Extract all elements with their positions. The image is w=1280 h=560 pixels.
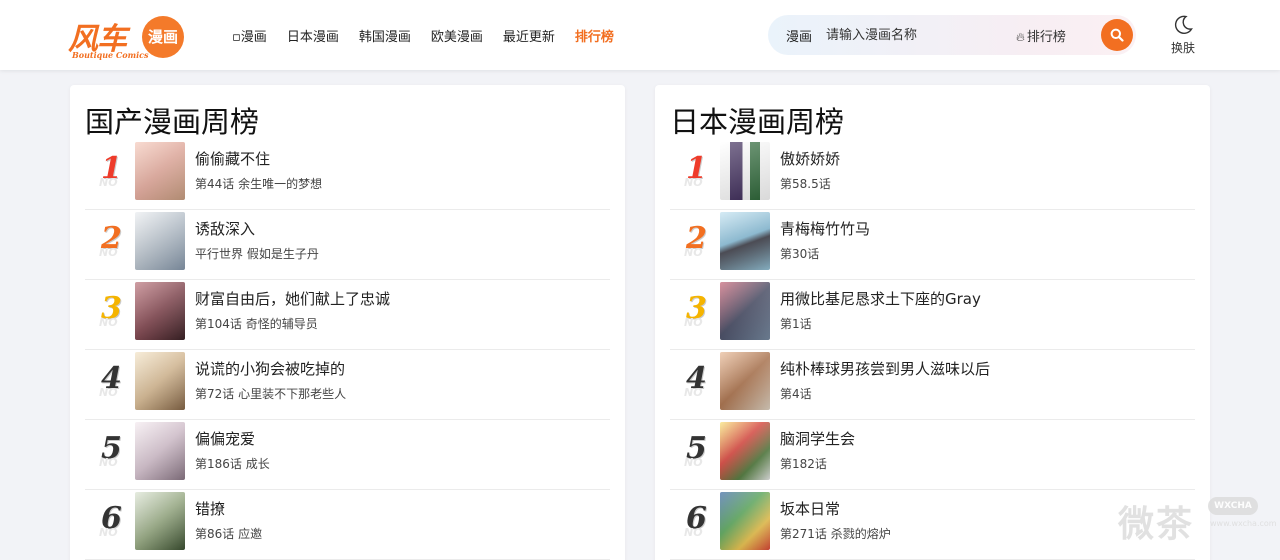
search-icon — [1110, 28, 1124, 42]
main-nav: ▫漫画 日本漫画 韩国漫画 欧美漫画 最近更新 排行榜 — [232, 0, 634, 70]
comic-title[interactable]: 偷偷藏不住 — [195, 148, 270, 169]
logo-subtitle: Boutique Comics — [72, 50, 149, 60]
rank-no-mark: NO — [684, 316, 703, 329]
comic-title[interactable]: 说谎的小狗会被吃掉的 — [195, 358, 345, 379]
rank-no-mark: NO — [99, 386, 118, 399]
latest-chapter: 第58.5话 — [780, 177, 831, 191]
latest-chapter: 第182话 — [780, 457, 827, 471]
panel-title: 日本漫画周榜 — [670, 105, 845, 139]
top-header: 风车 漫画 Boutique Comics ▫漫画 日本漫画 韩国漫画 欧美漫画… — [0, 0, 1280, 70]
latest-chapter: 第72话 心里装不下那老些人 — [195, 387, 347, 401]
rank-no-mark: NO — [684, 526, 703, 539]
comic-title[interactable]: 错撩 — [195, 498, 225, 519]
rank-no-mark: NO — [99, 526, 118, 539]
search-button[interactable] — [1101, 19, 1133, 51]
comic-cover[interactable] — [135, 352, 185, 410]
comic-title[interactable]: 坂本日常 — [780, 498, 840, 519]
rank-no-mark: NO — [684, 176, 703, 189]
watermark: 微茶 WXCHA www.wxcha.com — [1118, 495, 1277, 545]
comic-cover[interactable] — [720, 422, 770, 480]
comic-cover[interactable] — [720, 142, 770, 200]
rank-no-mark: NO — [684, 386, 703, 399]
ranking-panel-japanese: 日本漫画周榜 1 NO 傲娇娇娇 第58.5话 2 NO 青梅梅竹竹马 第30话… — [655, 85, 1210, 560]
theme-label: 换肤 — [1170, 41, 1195, 55]
comic-cover[interactable] — [720, 352, 770, 410]
ranking-panel-domestic: 国产漫画周榜 1 NO 偷偷藏不住 第44话 余生唯一的梦想 2 NO 诱敌深入… — [70, 85, 625, 560]
ranking-row[interactable]: 6 NO 坂本日常 第271话 杀戮的熔炉 — [670, 490, 1195, 560]
flame-icon: 🔥︎ — [1016, 30, 1025, 44]
search-category-select[interactable]: 漫画 — [786, 26, 812, 45]
watermark-badge: WXCHA — [1208, 497, 1258, 515]
rank-no-mark: NO — [99, 176, 118, 189]
ranking-row[interactable]: 4 NO 纯朴棒球男孩尝到男人滋味以后 第4话 — [670, 350, 1195, 420]
ranking-row[interactable]: 2 NO 诱敌深入 平行世界 假如是生子丹 — [85, 210, 610, 280]
watermark-url: www.wxcha.com — [1210, 519, 1277, 528]
comic-title[interactable]: 偏偏宠爱 — [195, 428, 255, 449]
rank-no-mark: NO — [99, 316, 118, 329]
latest-chapter: 第1话 — [780, 317, 812, 331]
moon-icon — [1174, 15, 1193, 34]
latest-chapter: 第86话 应邀 — [195, 527, 263, 541]
search-rank-label: 排行榜 — [1026, 30, 1066, 45]
comic-cover[interactable] — [135, 492, 185, 550]
ranking-row[interactable]: 5 NO 偏偏宠爱 第186话 成长 — [85, 420, 610, 490]
comic-title[interactable]: 青梅梅竹竹马 — [780, 218, 870, 239]
nav-item-domestic[interactable]: ▫漫画 — [232, 26, 267, 45]
ranking-list: 1 NO 偷偷藏不住 第44话 余生唯一的梦想 2 NO 诱敌深入 平行世界 假… — [85, 140, 610, 560]
comic-cover[interactable] — [135, 212, 185, 270]
comic-cover[interactable] — [720, 492, 770, 550]
comic-title[interactable]: 财富自由后，她们献上了忠诚 — [195, 288, 390, 309]
ranking-row[interactable]: 6 NO 错撩 第86话 应邀 — [85, 490, 610, 560]
ranking-row[interactable]: 3 NO 财富自由后，她们献上了忠诚 第104话 奇怪的辅导员 — [85, 280, 610, 350]
latest-chapter: 第44话 余生唯一的梦想 — [195, 177, 323, 191]
search-input[interactable] — [826, 23, 1016, 47]
comic-title[interactable]: 用微比基尼恳求土下座的Gray — [780, 288, 981, 309]
nav-item-western[interactable]: 欧美漫画 — [431, 26, 483, 45]
comic-cover[interactable] — [135, 142, 185, 200]
latest-chapter: 第271话 杀戮的熔炉 — [780, 527, 891, 541]
comic-title[interactable]: 诱敌深入 — [195, 218, 255, 239]
comic-title[interactable]: 纯朴棒球男孩尝到男人滋味以后 — [780, 358, 990, 379]
ranking-row[interactable]: 5 NO 脑洞学生会 第182话 — [670, 420, 1195, 490]
comic-title[interactable]: 脑洞学生会 — [780, 428, 855, 449]
comic-cover[interactable] — [720, 282, 770, 340]
rank-no-mark: NO — [99, 456, 118, 469]
ranking-list: 1 NO 傲娇娇娇 第58.5话 2 NO 青梅梅竹竹马 第30话 3 NO 用… — [670, 140, 1195, 560]
latest-chapter: 第4话 — [780, 387, 812, 401]
nav-item-recent[interactable]: 最近更新 — [503, 26, 555, 45]
nav-item-korean[interactable]: 韩国漫画 — [359, 26, 411, 45]
rank-no-mark: NO — [684, 246, 703, 259]
site-logo[interactable]: 风车 漫画 Boutique Comics — [68, 12, 188, 60]
latest-chapter: 第104话 奇怪的辅导员 — [195, 317, 318, 331]
latest-chapter: 平行世界 假如是生子丹 — [195, 247, 319, 261]
comic-cover[interactable] — [720, 212, 770, 270]
latest-chapter: 第186话 成长 — [195, 457, 270, 471]
comic-cover[interactable] — [135, 422, 185, 480]
theme-toggle[interactable]: 换肤 — [1164, 14, 1202, 56]
latest-chapter: 第30话 — [780, 247, 820, 261]
search-bar: 漫画 🔥︎排行榜 — [768, 15, 1136, 55]
comic-title[interactable]: 傲娇娇娇 — [780, 148, 840, 169]
ranking-row[interactable]: 2 NO 青梅梅竹竹马 第30话 — [670, 210, 1195, 280]
rank-no-mark: NO — [99, 246, 118, 259]
search-rank-link[interactable]: 🔥︎ 排行榜 — [1016, 26, 1066, 45]
ranking-row[interactable]: 1 NO 偷偷藏不住 第44话 余生唯一的梦想 — [85, 140, 610, 210]
comic-cover[interactable] — [135, 282, 185, 340]
panel-title: 国产漫画周榜 — [85, 105, 260, 139]
ranking-row[interactable]: 4 NO 说谎的小狗会被吃掉的 第72话 心里装不下那老些人 — [85, 350, 610, 420]
nav-item-ranking[interactable]: 排行榜 — [575, 26, 614, 45]
watermark-text: 微茶 — [1118, 504, 1195, 545]
nav-item-japanese[interactable]: 日本漫画 — [287, 26, 339, 45]
rank-no-mark: NO — [684, 456, 703, 469]
ranking-row[interactable]: 3 NO 用微比基尼恳求土下座的Gray 第1话 — [670, 280, 1195, 350]
ranking-row[interactable]: 1 NO 傲娇娇娇 第58.5话 — [670, 140, 1195, 210]
